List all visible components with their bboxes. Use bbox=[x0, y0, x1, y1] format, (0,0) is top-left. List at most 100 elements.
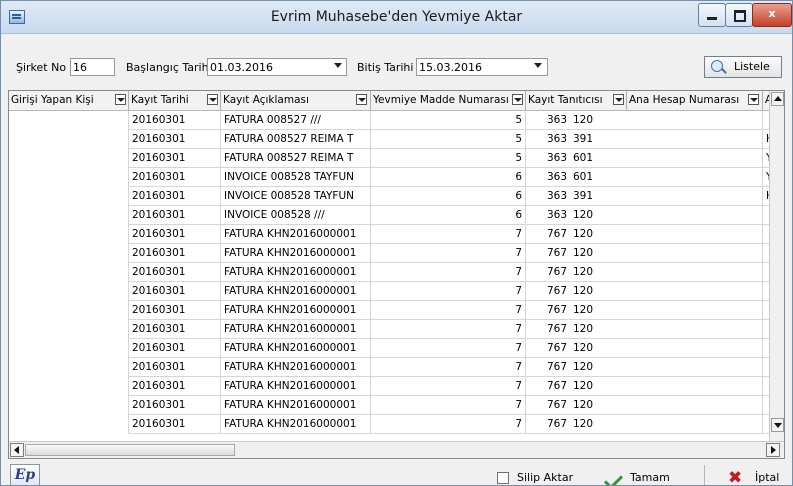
cell-kayit-aciklamasi[interactable]: FATURA 008527 REIMA T bbox=[221, 149, 371, 168]
cell-kayit-tanitici[interactable]: 767 bbox=[526, 301, 570, 320]
cell-kayit-tarihi[interactable]: 20160301 bbox=[129, 263, 221, 282]
vertical-scrollbar[interactable] bbox=[769, 91, 784, 441]
table-row[interactable]: 20160301INVOICE 008528 TAYFUN6363601Y bbox=[9, 168, 769, 187]
column-filter-dropdown-icon[interactable] bbox=[748, 94, 759, 105]
cell-girisi-yapan[interactable] bbox=[9, 301, 129, 320]
cell-girisi-yapan[interactable] bbox=[9, 244, 129, 263]
cell-yevmiye-madde[interactable]: 7 bbox=[371, 263, 526, 282]
cell-ana-hesap[interactable]: 120 bbox=[570, 282, 763, 301]
table-row[interactable]: 20160301 FATURA KHN2016000001 7 767 120 bbox=[9, 244, 769, 263]
maximize-button[interactable] bbox=[725, 3, 753, 27]
minimize-button[interactable] bbox=[698, 3, 726, 27]
table-row[interactable]: 20160301 FATURA KHN2016000001 7 767 120 bbox=[9, 225, 769, 244]
title-bar[interactable]: Evrim Muhasebe'den Yevmiye Aktar x bbox=[1, 1, 792, 34]
cell-kayit-aciklamasi[interactable]: FATURA KHN2016000001 bbox=[221, 358, 371, 377]
scroll-left-icon[interactable] bbox=[10, 443, 24, 457]
table-row[interactable]: 20160301 INVOICE 008528 ///6 363 120 bbox=[9, 206, 769, 225]
cell-kayit-tarihi[interactable]: 20160301 bbox=[129, 415, 221, 434]
cell-ana-hesap[interactable]: 120 bbox=[570, 301, 763, 320]
cell-ana-hesap[interactable]: 601 bbox=[570, 149, 763, 168]
table-row[interactable]: 20160301 FATURA KHN2016000001 7 767 120 bbox=[9, 415, 769, 434]
cell-ana-hesap[interactable]: 391 bbox=[570, 130, 763, 149]
tamam-button[interactable]: Tamam bbox=[593, 466, 703, 485]
cell-kayit-aciklamasi[interactable]: FATURA KHN2016000001 bbox=[221, 320, 371, 339]
cell-yevmiye-madde[interactable]: 7 bbox=[371, 244, 526, 263]
cell-kayit-aciklamasi[interactable]: FATURA KHN2016000001 bbox=[221, 282, 371, 301]
column-header-ana-hesap[interactable]: Ana Hesap Numarası bbox=[627, 91, 763, 110]
horizontal-scrollbar[interactable] bbox=[9, 441, 784, 458]
cell-girisi-yapan[interactable] bbox=[9, 111, 129, 130]
cell-kayit-tanitici[interactable]: 363 bbox=[526, 130, 570, 149]
cell-kayit-tarihi[interactable]: 20160301 bbox=[129, 206, 221, 225]
cell-yevmiye-madde[interactable]: 7 bbox=[371, 301, 526, 320]
cell-ana-hesap[interactable]: 120 bbox=[570, 320, 763, 339]
cell-yevmiye-madde[interactable]: 7 bbox=[371, 225, 526, 244]
column-filter-dropdown-icon[interactable] bbox=[207, 94, 218, 105]
table-row[interactable]: 20160301 FATURA KHN2016000001 7 767 120 bbox=[9, 377, 769, 396]
cell-kayit-aciklamasi[interactable]: FATURA 008527 REIMA T bbox=[221, 130, 371, 149]
cell-girisi-yapan[interactable] bbox=[9, 206, 129, 225]
cell-yevmiye-madde[interactable]: 5 bbox=[371, 111, 526, 130]
scroll-up-icon[interactable] bbox=[771, 92, 784, 106]
cell-kayit-tarihi[interactable]: 20160301 bbox=[129, 187, 221, 206]
column-filter-dropdown-icon[interactable] bbox=[356, 94, 367, 105]
cell-kayit-tarihi[interactable]: 20160301 bbox=[129, 130, 221, 149]
table-row[interactable]: 20160301 FATURA KHN2016000001 7 767 120 bbox=[9, 320, 769, 339]
sirket-no-input[interactable]: 16 bbox=[70, 58, 115, 76]
table-row[interactable]: 20160301 FATURA KHN2016000001 7 767 120 bbox=[9, 358, 769, 377]
table-row[interactable]: 20160301 FATURA KHN2016000001 7 767 120 bbox=[9, 396, 769, 415]
cell-yevmiye-madde[interactable]: 7 bbox=[371, 282, 526, 301]
table-row[interactable]: 20160301INVOICE 008528 TAYFUN6363391H bbox=[9, 187, 769, 206]
cell-kayit-aciklamasi[interactable]: FATURA KHN2016000001 bbox=[221, 263, 371, 282]
cell-kayit-tanitici[interactable]: 363 bbox=[526, 149, 570, 168]
cell-girisi-yapan[interactable] bbox=[9, 187, 129, 206]
cell-girisi-yapan[interactable] bbox=[9, 396, 129, 415]
cell-kayit-tarihi[interactable]: 20160301 bbox=[129, 320, 221, 339]
cell-ana-hesap[interactable]: 120 bbox=[570, 206, 763, 225]
cell-kayit-tanitici[interactable]: 363 bbox=[526, 168, 570, 187]
cell-yevmiye-madde[interactable]: 7 bbox=[371, 415, 526, 434]
cell-kayit-tanitici[interactable]: 767 bbox=[526, 320, 570, 339]
table-row[interactable]: 20160301FATURA 008527 REIMA T5363601Y bbox=[9, 149, 769, 168]
cell-kayit-tanitici[interactable]: 767 bbox=[526, 225, 570, 244]
cell-yevmiye-madde[interactable]: 7 bbox=[371, 339, 526, 358]
cell-kayit-aciklamasi[interactable]: INVOICE 008528 /// bbox=[221, 206, 371, 225]
column-header-girisi-yapan[interactable]: Girişi Yapan Kişi bbox=[9, 91, 129, 110]
cell-kayit-tarihi[interactable]: 20160301 bbox=[129, 225, 221, 244]
listele-button[interactable]: Listele bbox=[704, 56, 782, 78]
cell-kayit-aciklamasi[interactable]: FATURA 008527 /// bbox=[221, 111, 371, 130]
horizontal-scroll-thumb[interactable] bbox=[25, 444, 235, 456]
cell-yevmiye-madde[interactable]: 5 bbox=[371, 130, 526, 149]
cell-kayit-tarihi[interactable]: 20160301 bbox=[129, 244, 221, 263]
cell-kayit-tarihi[interactable]: 20160301 bbox=[129, 377, 221, 396]
cell-kayit-aciklamasi[interactable]: FATURA KHN2016000001 bbox=[221, 339, 371, 358]
cell-kayit-tanitici[interactable]: 767 bbox=[526, 282, 570, 301]
table-row[interactable]: 20160301 FATURA KHN2016000001 7 767 120 bbox=[9, 282, 769, 301]
cell-kayit-tanitici[interactable]: 767 bbox=[526, 358, 570, 377]
cell-yevmiye-madde[interactable]: 7 bbox=[371, 377, 526, 396]
cell-kayit-tanitici[interactable]: 363 bbox=[526, 111, 570, 130]
cell-yevmiye-madde[interactable]: 7 bbox=[371, 320, 526, 339]
cell-kayit-tarihi[interactable]: 20160301 bbox=[129, 358, 221, 377]
cell-kayit-tanitici[interactable]: 767 bbox=[526, 263, 570, 282]
cell-ana-hesap[interactable]: 120 bbox=[570, 377, 763, 396]
cell-kayit-aciklamasi[interactable]: FATURA KHN2016000001 bbox=[221, 225, 371, 244]
cell-kayit-tarihi[interactable]: 20160301 bbox=[129, 282, 221, 301]
cell-ana-hesap[interactable]: 120 bbox=[570, 263, 763, 282]
cell-kayit-tanitici[interactable]: 767 bbox=[526, 396, 570, 415]
scroll-right-icon[interactable] bbox=[766, 443, 780, 457]
cell-kayit-tanitici[interactable]: 363 bbox=[526, 206, 570, 225]
cell-yevmiye-madde[interactable]: 7 bbox=[371, 358, 526, 377]
cell-yevmiye-madde[interactable]: 5 bbox=[371, 149, 526, 168]
column-header-kayit-tanitici[interactable]: Kayıt Tanıtıcısı bbox=[526, 91, 627, 110]
cell-ana-hesap[interactable]: 120 bbox=[570, 358, 763, 377]
baslangic-tarihi-select[interactable]: 01.03.2016 bbox=[207, 58, 347, 76]
journal-grid[interactable]: Girişi Yapan Kişi Kayıt Tarihi Kayıt Açı… bbox=[8, 90, 785, 459]
cell-yevmiye-madde[interactable]: 7 bbox=[371, 396, 526, 415]
silip-aktar-checkbox[interactable] bbox=[497, 472, 509, 484]
cell-girisi-yapan[interactable] bbox=[9, 149, 129, 168]
cell-kayit-aciklamasi[interactable]: FATURA KHN2016000001 bbox=[221, 244, 371, 263]
cell-girisi-yapan[interactable] bbox=[9, 130, 129, 149]
column-filter-dropdown-icon[interactable] bbox=[613, 94, 624, 105]
cell-kayit-aciklamasi[interactable]: INVOICE 008528 TAYFUN bbox=[221, 168, 371, 187]
